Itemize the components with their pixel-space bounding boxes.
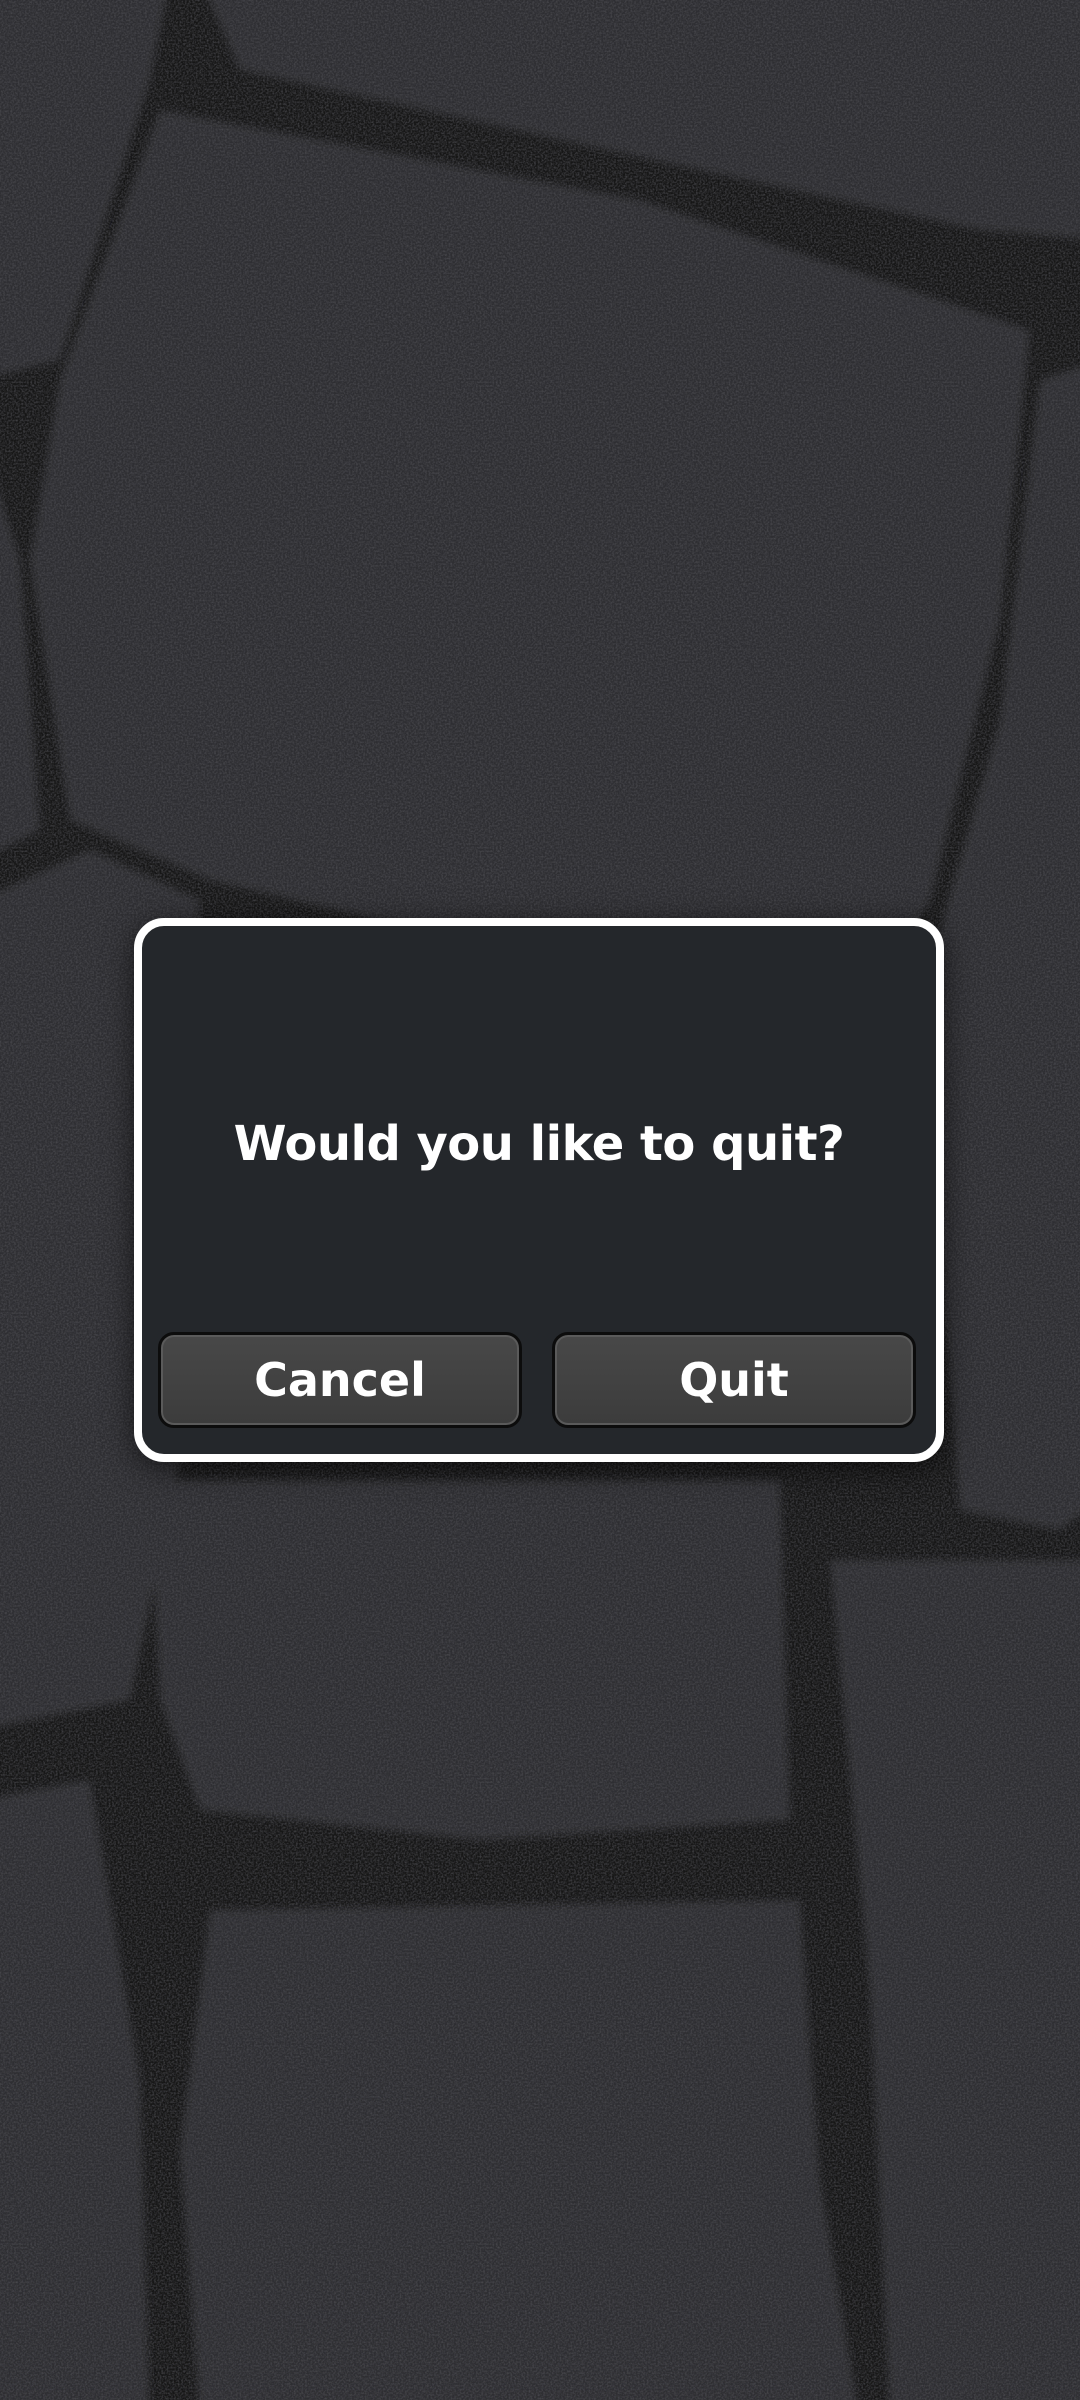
cancel-button[interactable]: Cancel xyxy=(158,1332,522,1428)
dialog-message: Would you like to quit? xyxy=(233,1116,845,1172)
quit-dialog: Would you like to quit? Cancel Quit xyxy=(134,918,944,1462)
quit-button[interactable]: Quit xyxy=(552,1332,916,1428)
